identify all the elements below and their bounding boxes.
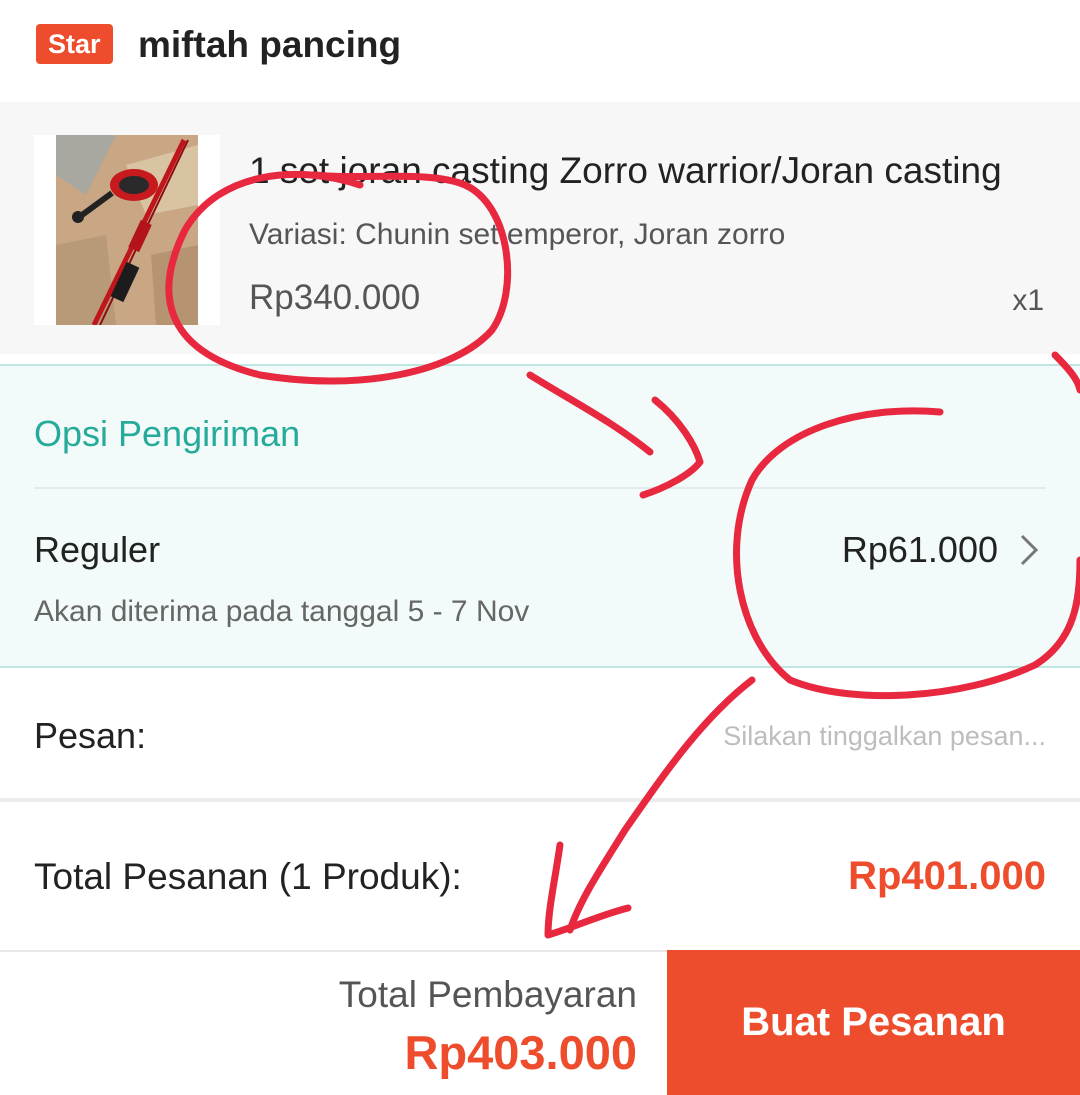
product-price: Rp340.000 <box>249 278 421 317</box>
shipping-method-name: Reguler <box>34 529 161 570</box>
fishing-rod-reel-photo <box>56 135 198 325</box>
checkout-bar: Total Pembayaran Rp403.000 Buat Pesanan <box>0 950 1080 1095</box>
message-label: Pesan: <box>34 715 147 756</box>
product-thumbnail[interactable] <box>34 135 220 325</box>
shop-header: Star miftah pancing <box>0 0 1080 102</box>
order-total-row: Total Pesanan (1 Produk): Rp401.000 <box>0 802 1080 950</box>
chevron-right-icon[interactable] <box>1014 532 1044 568</box>
shipping-price: Rp61.000 <box>841 529 998 570</box>
total-payment-value: Rp403.000 <box>404 1026 637 1079</box>
order-total-label: Total Pesanan (1 Produk): <box>34 856 462 897</box>
product-quantity: x1 <box>1012 284 1044 317</box>
message-input[interactable] <box>486 716 1046 756</box>
place-order-button[interactable]: Buat Pesanan <box>667 950 1080 1095</box>
shipping-section-title: Opsi Pengiriman <box>34 413 301 454</box>
order-total-value: Rp401.000 <box>848 854 1046 898</box>
product-item[interactable]: 1 set joran casting Zorro warrior/Joran … <box>0 102 1080 354</box>
star-seller-badge: Star <box>36 24 113 64</box>
delivery-estimate: Akan diterima pada tanggal 5 - 7 Nov <box>34 595 530 628</box>
shop-name[interactable]: miftah pancing <box>138 22 401 68</box>
shipping-options-section: Opsi Pengiriman Reguler Rp61.000 Akan di… <box>0 364 1080 668</box>
divider <box>34 487 1046 489</box>
total-payment-label: Total Pembayaran <box>338 974 637 1015</box>
message-row: Pesan: <box>0 668 1080 802</box>
product-variation: Variasi: Chunin set emperor, Joran zorro <box>249 218 786 251</box>
product-title: 1 set joran casting Zorro warrior/Joran … <box>249 150 1002 191</box>
